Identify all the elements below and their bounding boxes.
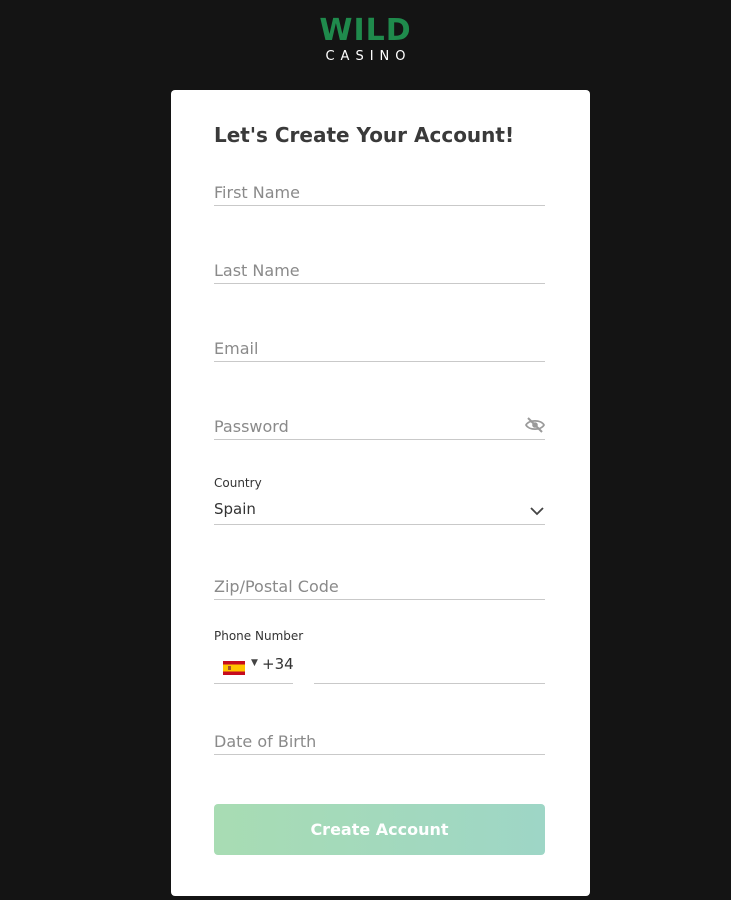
spain-flag-icon <box>223 657 245 676</box>
country-select[interactable]: Spain <box>214 497 545 525</box>
phone-label: Phone Number <box>214 629 304 643</box>
password-input[interactable] <box>214 413 504 439</box>
form-title: Let's Create Your Account! <box>214 123 515 147</box>
first-name-field <box>214 179 545 206</box>
password-field <box>214 413 546 440</box>
phone-country-select[interactable]: ▼ +34 <box>214 651 294 684</box>
logo-wild-text: WILD <box>319 13 412 48</box>
zip-field <box>214 573 545 600</box>
logo-casino-text: CASINO <box>325 49 412 64</box>
chevron-down-icon <box>529 502 545 521</box>
eye-slash-icon[interactable] <box>524 416 546 438</box>
create-account-button[interactable]: Create Account <box>214 804 545 855</box>
signup-card: Let's Create Your Account! Country Spain <box>171 90 590 896</box>
phone-number-field <box>314 651 545 684</box>
phone-number-input[interactable] <box>314 651 545 683</box>
last-name-input[interactable] <box>214 257 545 283</box>
caret-down-icon: ▼ <box>251 658 258 668</box>
country-value: Spain <box>214 500 256 518</box>
brand-logo: WILD CASINO <box>0 16 731 64</box>
dob-input[interactable] <box>214 728 545 754</box>
first-name-input[interactable] <box>214 179 545 205</box>
email-input[interactable] <box>214 335 545 361</box>
email-field <box>214 335 545 362</box>
phone-code: +34 <box>262 655 294 673</box>
country-label: Country <box>214 476 262 490</box>
last-name-field <box>214 257 545 284</box>
dob-field <box>214 728 545 755</box>
zip-input[interactable] <box>214 573 545 599</box>
